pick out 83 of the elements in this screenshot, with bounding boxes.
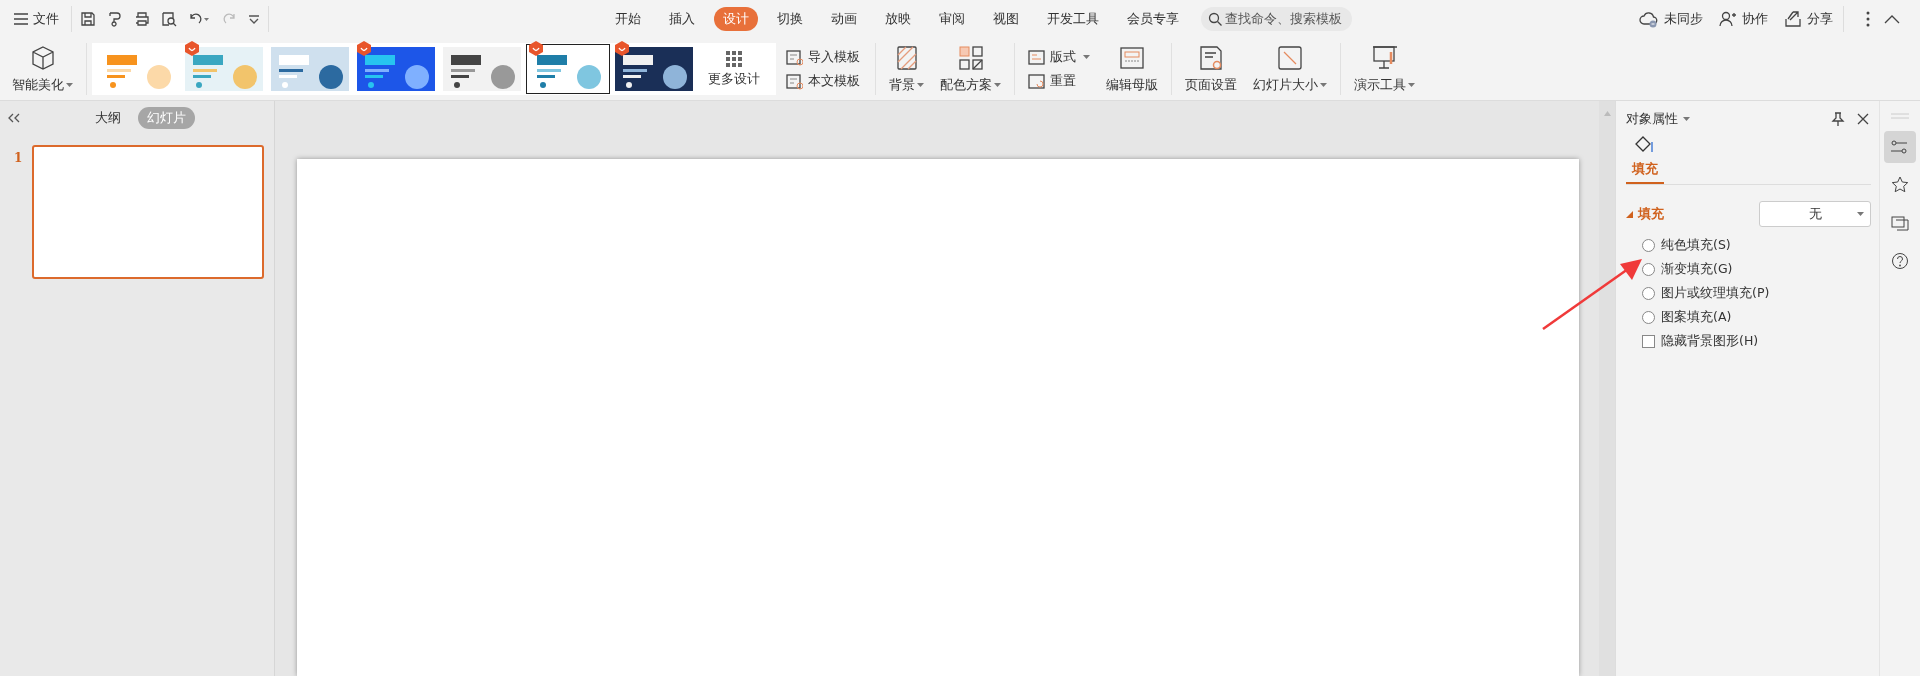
collapse-icon — [1884, 14, 1900, 24]
preview-icon — [161, 11, 177, 27]
toolbar-action[interactable]: 协作 — [1719, 10, 1768, 28]
ribbon-tab[interactable]: 开始 — [606, 7, 650, 31]
radio-button[interactable] — [1642, 287, 1655, 300]
search-field[interactable]: 查找命令、搜索模板 — [1201, 7, 1352, 31]
caret-icon — [917, 83, 924, 87]
import-icon — [786, 48, 803, 66]
panel-title[interactable]: 对象属性 — [1626, 110, 1690, 128]
expanded-icon — [1626, 210, 1633, 218]
presentation-icon — [1370, 44, 1399, 72]
cloud-icon — [1639, 10, 1659, 28]
scroll-up-icon — [1603, 111, 1611, 116]
sliders-icon — [1891, 138, 1909, 156]
ribbon-button[interactable]: 演示工具 — [1346, 44, 1423, 94]
ribbon-button[interactable]: 幻灯片大小 — [1245, 44, 1335, 94]
print-icon — [134, 11, 150, 27]
file-menu[interactable]: 文件 — [14, 10, 59, 28]
more-designs-button[interactable]: 更多设计 — [698, 50, 772, 88]
caret-icon — [994, 83, 1001, 87]
ribbon-button[interactable]: 编辑母版 — [1098, 44, 1166, 94]
caret-icon — [1857, 212, 1864, 216]
ribbon-tab[interactable]: 视图 — [984, 7, 1028, 31]
layout-icon — [1028, 48, 1045, 66]
ribbon-tab[interactable]: 切换 — [768, 7, 812, 31]
view-tab[interactable]: 大纲 — [86, 107, 130, 129]
slide-thumbnail[interactable] — [32, 145, 264, 279]
ribbon-tab[interactable]: 开发工具 — [1038, 7, 1108, 31]
star-icon — [1891, 176, 1909, 194]
search-icon — [1208, 12, 1222, 26]
section-header[interactable]: 填充 — [1626, 205, 1664, 223]
grid-icon — [726, 50, 742, 67]
ribbon-button[interactable]: 导入模板 — [786, 48, 860, 66]
scrollbar[interactable] — [1599, 101, 1615, 676]
fill-option[interactable]: 图案填充(A) — [1642, 309, 1732, 326]
ribbon-button[interactable]: 背景 — [881, 44, 932, 94]
toolbar-action[interactable]: 分享 — [1784, 10, 1833, 28]
caret-icon — [66, 83, 73, 87]
color-scheme-icon — [956, 44, 985, 72]
share-icon — [1784, 10, 1802, 28]
radio-button[interactable] — [1642, 263, 1655, 276]
slide-number: 1 — [14, 151, 24, 165]
ribbon-button[interactable]: 本文模板 — [786, 72, 860, 90]
caret-icon — [1408, 83, 1415, 87]
template-settings-icon — [786, 72, 803, 90]
more-icon — [1866, 11, 1870, 27]
ribbon-tab[interactable]: 动画 — [822, 7, 866, 31]
caret-icon — [1683, 117, 1690, 121]
caret-icon — [1083, 55, 1090, 59]
pin-icon — [1831, 112, 1845, 126]
slide-switch-icon — [1891, 214, 1909, 232]
ribbon-button[interactable]: 重置 — [1028, 72, 1090, 90]
checkbox[interactable] — [1642, 335, 1655, 348]
help-icon — [1891, 252, 1909, 270]
ribbon-button[interactable]: 页面设置 — [1177, 44, 1245, 94]
collapse-left-icon — [8, 113, 20, 123]
toolbar-action[interactable]: 未同步 — [1639, 10, 1703, 28]
panel-tab[interactable]: 填充 — [1626, 135, 1664, 184]
side-tool[interactable] — [1884, 131, 1916, 163]
ribbon-tab[interactable]: 放映 — [876, 7, 920, 31]
ribbon-tab[interactable]: 插入 — [660, 7, 704, 31]
fill-type-dropdown[interactable]: 无 — [1759, 201, 1871, 227]
radio-button[interactable] — [1642, 239, 1655, 252]
menu-icon — [14, 13, 28, 25]
add-user-icon — [1719, 10, 1737, 28]
radio-button[interactable] — [1642, 311, 1655, 324]
hide-background-option[interactable]: 隐藏背景图形(H) — [1642, 333, 1759, 350]
save-icon — [80, 11, 96, 27]
master-icon — [1118, 44, 1146, 72]
ribbon-tab[interactable]: 会员专享 — [1118, 7, 1188, 31]
ribbon-tab[interactable]: 审阅 — [930, 7, 974, 31]
fill-option[interactable]: 渐变填充(G) — [1642, 261, 1733, 278]
slide-size-icon — [1276, 44, 1304, 72]
caret-icon — [1320, 83, 1327, 87]
page-setup-icon — [1197, 44, 1225, 72]
reset-icon — [1028, 72, 1045, 90]
beautify-button[interactable]: 智能美化 — [4, 44, 81, 94]
ribbon-button[interactable]: 配色方案 — [932, 44, 1009, 94]
fill-option[interactable]: 纯色填充(S) — [1642, 237, 1731, 254]
fill-option[interactable]: 图片或纹理填充(P) — [1642, 285, 1770, 302]
more-caret-icon — [248, 13, 260, 25]
close-icon — [1857, 113, 1869, 125]
ribbon-button[interactable]: 版式 — [1028, 48, 1090, 66]
